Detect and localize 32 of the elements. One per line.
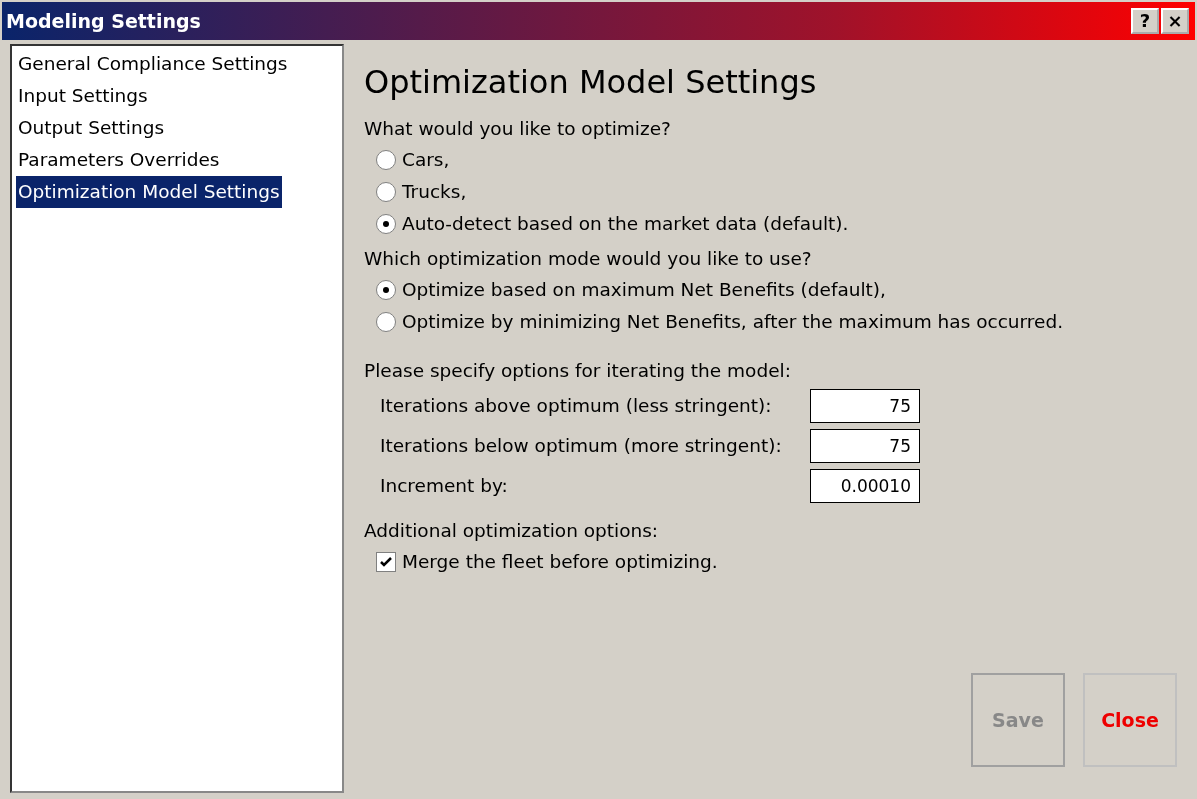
sidebar-item[interactable]: General Compliance Settings — [16, 48, 290, 80]
radio-label: Optimize based on maximum Net Benefits (default), — [402, 278, 886, 302]
radio-label: Auto-detect based on the market data (default). — [402, 212, 849, 236]
question-label: Which optimization mode would you like to use? — [364, 247, 813, 271]
question-label: Please specify options for iterating the model: — [364, 359, 792, 383]
radio-button[interactable] — [376, 150, 396, 170]
checkbox-label: Merge the fleet before optimizing. — [402, 550, 718, 574]
field-label: Iterations above optimum (less stringent): — [380, 394, 773, 419]
radio-button[interactable] — [376, 214, 396, 234]
field-label: Iterations below optimum (more stringent): — [380, 434, 783, 459]
sidebar-item[interactable]: Optimization Model Settings — [16, 176, 282, 208]
window-title: Modeling Settings — [6, 8, 202, 34]
number-field[interactable]: 0.00010 — [810, 469, 920, 503]
section-heading: Optimization Model Settings — [364, 62, 818, 103]
radio-label: Optimize by minimizing Net Benefits, after the maximum has occurred. — [402, 310, 1064, 334]
radio-label: Cars, — [402, 148, 450, 172]
radio-label: Trucks, — [402, 180, 467, 204]
question-label: What would you like to optimize? — [364, 117, 672, 141]
checkbox[interactable] — [376, 552, 396, 572]
sidebar-item[interactable]: Output Settings — [16, 112, 167, 144]
help-button[interactable]: ? — [1131, 8, 1159, 34]
number-field[interactable]: 75 — [810, 429, 920, 463]
checkmark-icon — [379, 555, 393, 569]
field-label: Increment by: — [380, 474, 509, 499]
radio-button[interactable] — [376, 312, 396, 332]
radio-button[interactable] — [376, 182, 396, 202]
question-label: Additional optimization options: — [364, 519, 660, 543]
sidebar-item[interactable]: Parameters Overrides — [16, 144, 222, 176]
close-button[interactable]: × — [1161, 8, 1189, 34]
number-field[interactable]: 75 — [810, 389, 920, 423]
radio-button[interactable] — [376, 280, 396, 300]
sidebar-item[interactable]: Input Settings — [16, 80, 150, 112]
